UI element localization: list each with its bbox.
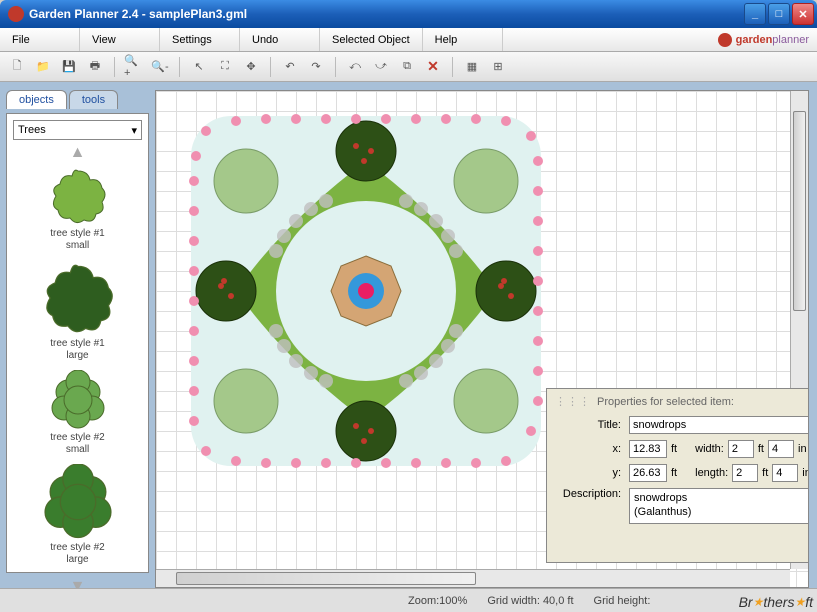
- zoom-in-icon[interactable]: 🔍+: [123, 56, 145, 78]
- grid-height-status: Grid height:: [594, 595, 651, 607]
- toolbar: 🗋 📁 💾 🖶 🔍+ 🔍- ↖ ⛶ ✥ ↶ ↷ ⤺ ⤻ ⧉ ✕ ▦ ⊞: [0, 52, 817, 82]
- tab-objects[interactable]: objects: [6, 90, 67, 109]
- close-button[interactable]: ✕: [792, 3, 814, 25]
- object-palette: Trees▾ ▲ tree style #1small tree style #1…: [6, 113, 149, 573]
- zoom-status: Zoom:100%: [408, 595, 467, 607]
- width-in-input[interactable]: 4: [768, 440, 794, 458]
- scroll-up-button[interactable]: ▲: [13, 140, 142, 166]
- move-icon[interactable]: ✥: [240, 56, 262, 78]
- brand-logo: gardenplanner: [718, 28, 817, 51]
- grid-icon[interactable]: ▦: [461, 56, 483, 78]
- palette-item-label: tree style #2large: [13, 542, 142, 566]
- new-file-icon[interactable]: 🗋: [6, 56, 28, 78]
- palette-item-2[interactable]: tree style #2small: [13, 370, 142, 456]
- width-ft-input[interactable]: 2: [728, 440, 754, 458]
- menu-selected-object[interactable]: Selected Object: [320, 28, 423, 51]
- description-input[interactable]: snowdrops (Galanthus): [629, 488, 809, 524]
- description-label: Description:: [555, 488, 625, 500]
- zoom-out-icon[interactable]: 🔍-: [149, 56, 171, 78]
- window-title: Garden Planner 2.4 - samplePlan3.gml: [29, 7, 744, 21]
- menu-file[interactable]: File: [0, 28, 80, 51]
- properties-title: Properties for selected item:: [597, 396, 734, 408]
- chevron-down-icon: ▾: [131, 124, 137, 137]
- grip-icon[interactable]: ⋮⋮⋮: [555, 395, 591, 408]
- palette-item-1[interactable]: tree style #1large: [13, 260, 142, 362]
- horizontal-scrollbar[interactable]: [156, 569, 790, 587]
- undo-icon[interactable]: ↶: [279, 56, 301, 78]
- tab-tools[interactable]: tools: [69, 90, 118, 109]
- select-icon[interactable]: ⛶: [214, 56, 236, 78]
- width-label: width:: [695, 443, 724, 455]
- menu-help[interactable]: Help: [423, 28, 503, 51]
- sidebar: objects tools Trees▾ ▲ tree style #1smal…: [0, 82, 155, 588]
- minimize-button[interactable]: _: [744, 3, 766, 25]
- print-icon[interactable]: 🖶: [84, 56, 106, 78]
- snap-icon[interactable]: ⊞: [487, 56, 509, 78]
- category-select[interactable]: Trees▾: [13, 120, 142, 140]
- main-area: objects tools Trees▾ ▲ tree style #1smal…: [0, 82, 817, 588]
- x-input[interactable]: 12.83: [629, 440, 667, 458]
- palette-item-label: tree style #2small: [13, 432, 142, 456]
- x-label: x:: [555, 443, 625, 455]
- properties-panel: ⋮⋮⋮Properties for selected item: Title: …: [546, 388, 809, 563]
- canvas-area: ⋮⋮⋮Properties for selected item: Title: …: [155, 90, 809, 588]
- delete-icon[interactable]: ✕: [422, 56, 444, 78]
- length-in-input[interactable]: 4: [772, 464, 798, 482]
- grid-width-status: Grid width: 40,0 ft: [487, 595, 573, 607]
- y-input[interactable]: 26.63: [629, 464, 667, 482]
- watermark: Br★thers★ft: [739, 594, 813, 610]
- title-label: Title:: [555, 419, 625, 431]
- menu-view[interactable]: View: [80, 28, 160, 51]
- palette-item-3[interactable]: tree style #2large: [13, 464, 142, 566]
- length-label: length:: [695, 467, 728, 479]
- redo-icon[interactable]: ↷: [305, 56, 327, 78]
- y-label: y:: [555, 467, 625, 479]
- palette-item-label: tree style #1small: [13, 228, 142, 252]
- menu-settings[interactable]: Settings: [160, 28, 240, 51]
- garden-plan[interactable]: [176, 101, 556, 481]
- rotate-left-icon[interactable]: ⤺: [344, 56, 366, 78]
- open-file-icon[interactable]: 📁: [32, 56, 54, 78]
- app-icon: [8, 6, 24, 22]
- maximize-button[interactable]: □: [768, 3, 790, 25]
- brand-icon: [718, 33, 732, 47]
- palette-item-label: tree style #1large: [13, 338, 142, 362]
- menu-bar: File View Settings Undo Selected Object …: [0, 28, 817, 52]
- save-icon[interactable]: 💾: [58, 56, 80, 78]
- copy-icon[interactable]: ⧉: [396, 56, 418, 78]
- length-ft-input[interactable]: 2: [732, 464, 758, 482]
- title-bar: Garden Planner 2.4 - samplePlan3.gml _ □…: [0, 0, 817, 28]
- palette-item-0[interactable]: tree style #1small: [13, 166, 142, 252]
- menu-undo[interactable]: Undo: [240, 28, 320, 51]
- pointer-icon[interactable]: ↖: [188, 56, 210, 78]
- rotate-right-icon[interactable]: ⤻: [370, 56, 392, 78]
- title-input[interactable]: snowdrops: [629, 416, 809, 434]
- status-bar: Zoom:100% Grid width: 40,0 ft Grid heigh…: [0, 588, 817, 612]
